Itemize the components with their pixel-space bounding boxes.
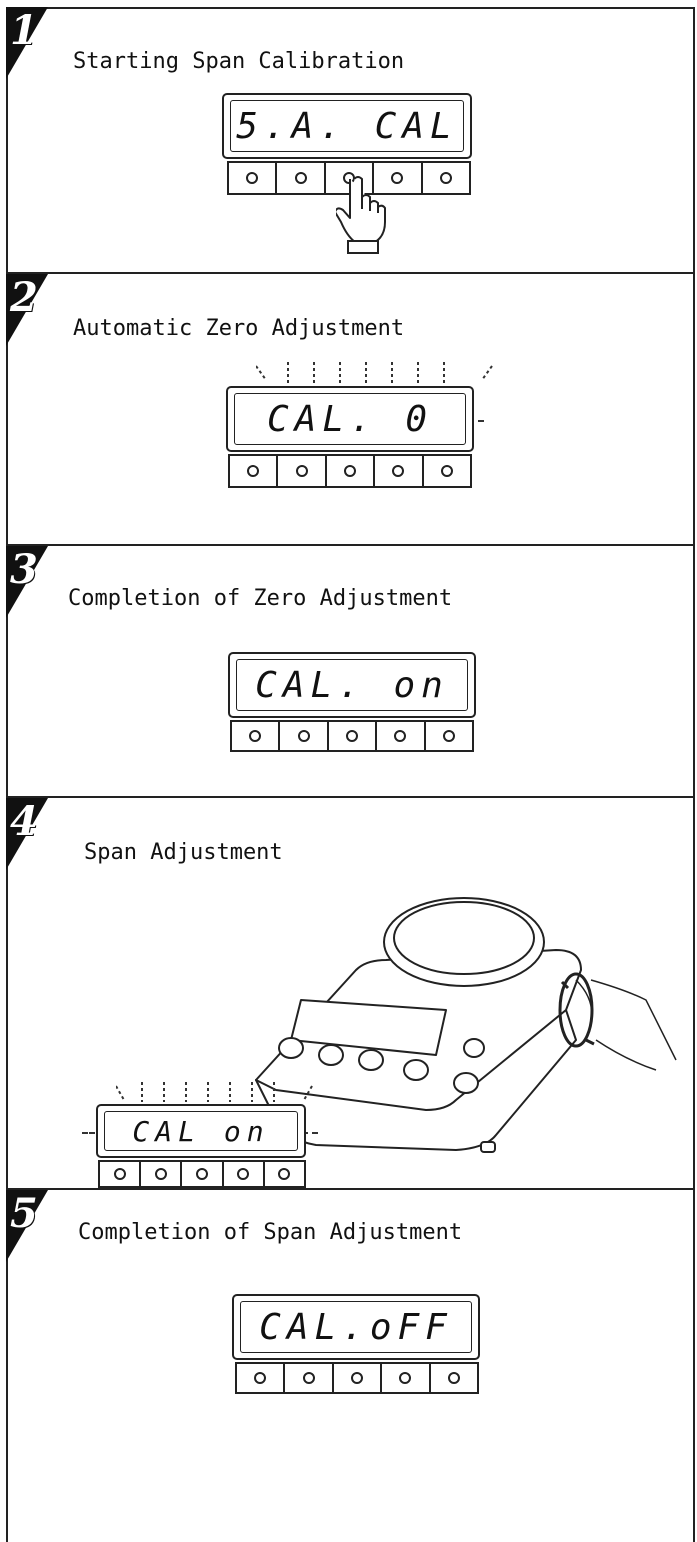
lcd-display: CAL on (96, 1104, 306, 1158)
display-text: CAL on (132, 1114, 270, 1148)
step-number-badge: 4 (6, 798, 48, 870)
key-button[interactable] (229, 163, 278, 193)
step-title: Completion of Span Adjustment (78, 1220, 463, 1245)
key-button[interactable] (334, 1364, 383, 1392)
key-button[interactable] (224, 1162, 265, 1186)
key-button[interactable] (327, 456, 376, 486)
key-panel (98, 1160, 306, 1188)
lcd-display: CAL. 0 (226, 386, 474, 452)
display-text: CAL. on (255, 664, 449, 706)
key-button[interactable] (141, 1162, 183, 1186)
step-number: 1 (10, 7, 38, 54)
adjustment-dial-icon (558, 972, 677, 1071)
key-button[interactable] (277, 163, 326, 193)
key-button[interactable] (426, 722, 472, 750)
step-5: 5 Completion of Span Adjustment CAL.oFF (6, 1188, 695, 1542)
key-button[interactable] (182, 1162, 224, 1186)
step-1: 1 Starting Span Calibration 5.A. CAL (6, 7, 695, 272)
key-button[interactable] (280, 722, 329, 750)
pointing-hand-icon (336, 176, 386, 254)
step-number-badge: 1 (6, 7, 48, 79)
key-button[interactable] (377, 722, 426, 750)
step-title: Completion of Zero Adjustment (68, 586, 453, 611)
key-button[interactable] (329, 722, 378, 750)
balance-scale-illustration (255, 897, 677, 1153)
display-text: CAL. 0 (266, 398, 434, 440)
key-button[interactable] (285, 1364, 334, 1392)
key-panel (228, 454, 472, 488)
step-title: Span Adjustment (84, 840, 283, 865)
lcd-display: CAL.oFF (232, 1294, 480, 1360)
key-button[interactable] (100, 1162, 142, 1186)
step-title: Automatic Zero Adjustment (73, 316, 405, 341)
step-number: 3 (10, 546, 38, 593)
key-button[interactable] (423, 163, 469, 193)
key-button[interactable] (265, 1162, 304, 1186)
key-button[interactable] (382, 1364, 431, 1392)
key-button[interactable] (278, 456, 327, 486)
step-number: 4 (10, 798, 38, 845)
step-4: 4 Span Adjustment CAL on (6, 796, 695, 1188)
key-panel (235, 1362, 479, 1394)
key-button[interactable] (232, 722, 281, 750)
step-2: 2 Automatic Zero Adjustment CAL. 0 (6, 272, 695, 544)
key-button[interactable] (230, 456, 279, 486)
lcd-display: CAL. on (228, 652, 476, 718)
key-button[interactable] (375, 456, 424, 486)
display-text: 5.A. CAL (236, 105, 458, 147)
step-number: 5 (10, 1190, 38, 1237)
step-number-badge: 5 (6, 1190, 48, 1262)
key-button[interactable] (431, 1364, 477, 1392)
lcd-display: 5.A. CAL (222, 93, 472, 159)
key-button[interactable] (424, 456, 470, 486)
display-text: CAL.oFF (259, 1306, 453, 1348)
step-number-badge: 3 (6, 546, 48, 618)
step-number-badge: 2 (6, 274, 48, 346)
key-button[interactable] (237, 1364, 286, 1392)
step-3: 3 Completion of Zero Adjustment CAL. on (6, 544, 695, 796)
key-panel (230, 720, 474, 752)
step-number: 2 (10, 274, 38, 321)
step-title: Starting Span Calibration (73, 49, 405, 74)
